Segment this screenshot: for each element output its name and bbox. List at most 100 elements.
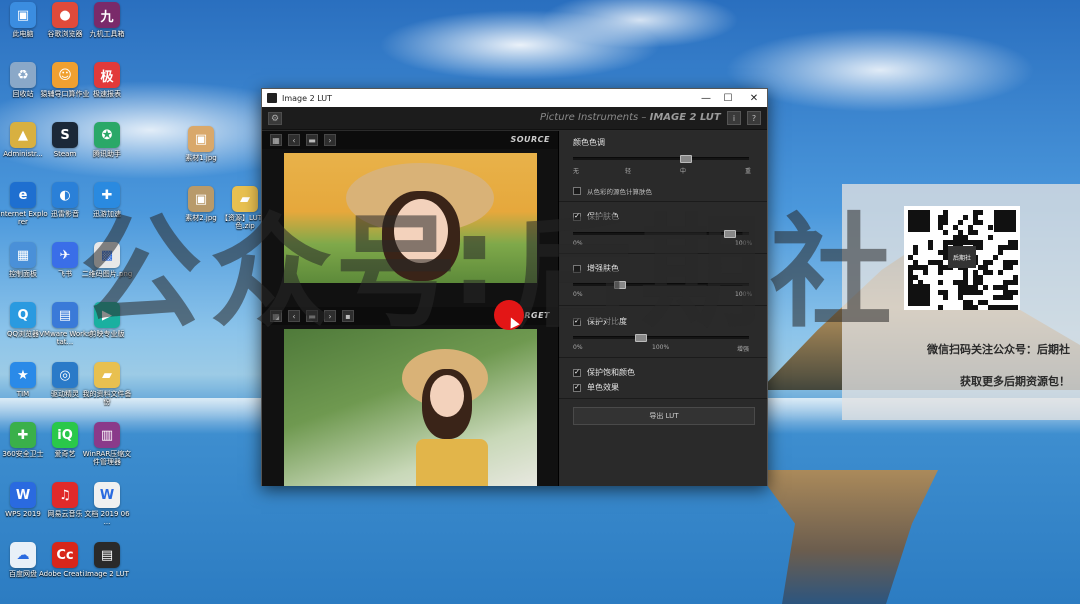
qr-module [1013,275,1018,280]
mono-checkbox[interactable]: ✓ [573,383,581,392]
brand-company: Picture Instruments [540,112,639,123]
desktop-icon[interactable]: e Internet Explorer [0,182,48,226]
qr-module [938,215,943,220]
image-file-icon: ▣ [188,126,214,152]
protect-skin-row[interactable]: ✓ 保护肤色 [573,211,619,222]
qr-module [998,295,1003,300]
qr-module [973,220,978,225]
qr-module [978,210,983,215]
app-icon: ◐ [52,182,78,208]
app-icon [267,93,277,103]
desktop-icon[interactable]: ▩ 二维码图片.png [82,242,132,278]
color-tone-slider[interactable] [573,155,749,163]
qr-module [963,305,968,310]
source-grid-icon[interactable]: ▦ [270,134,282,146]
qr-module [978,280,983,285]
app-icon: ♫ [52,482,78,508]
qr-module [998,250,1003,255]
qr-module [973,215,978,220]
source-folder-icon[interactable]: ▬ [306,134,318,146]
slider-thumb[interactable] [614,281,626,289]
gear-icon[interactable]: ⚙ [268,112,282,125]
qr-module [988,225,993,230]
enhance-skin-max: 100% [735,291,753,298]
desktop-file-2[interactable]: ▣ 素材2.jpg [178,186,224,222]
target-next-icon[interactable]: › [324,310,336,322]
app-icon: e [10,182,36,208]
qr-module [998,305,1003,310]
app-icon: ✚ [10,422,36,448]
help-button[interactable]: ? [747,111,761,125]
target-photo[interactable] [284,329,537,486]
qr-module [938,220,943,225]
photo-dress [416,439,488,486]
qr-module [943,295,948,300]
enhance-skin-min: 0% [573,291,583,298]
qr-module [973,240,978,245]
target-folder-icon[interactable]: ▬ [306,310,318,322]
app-icon: ▶ [94,302,120,328]
target-save-icon[interactable]: ▪ [342,310,354,322]
target-grid-icon[interactable]: ▦ [270,310,282,322]
desktop-icon[interactable]: ▥ WinRAR压缩文件管理器 [82,422,132,466]
maximize-button[interactable]: ☐ [716,89,740,107]
info-button[interactable]: i [727,111,741,125]
desktop-icon[interactable]: 九九机工具箱 [84,2,130,38]
desktop-icon[interactable]: ▤ Image 2 LUT [84,542,130,578]
qr-module [963,280,968,285]
protect-contrast-checkbox[interactable]: ✓ [573,317,581,326]
desktop-icon-label: WinRAR压缩文件管理器 [82,450,132,466]
source-next-icon[interactable]: › [324,134,336,146]
enhance-skin-slider[interactable] [573,281,749,289]
desktop-icon[interactable]: W 文档 2019 06 ... [84,482,130,526]
qr-module [928,260,933,265]
qr-module [1003,245,1008,250]
protect-skin-slider[interactable] [573,230,749,238]
qr-module [963,270,968,275]
export-lut-button[interactable]: 导出 LUT [573,407,755,425]
enhance-skin-checkbox[interactable] [573,264,581,273]
qr-module [938,280,943,285]
qr-module [973,305,978,310]
minimize-button[interactable]: — [694,89,718,107]
protect-saturation-checkbox[interactable]: ✓ [573,368,581,377]
skin-from-image-row[interactable]: 从色彩的源色计算肤色 [573,186,652,196]
qr-module [938,250,943,255]
slider-thumb[interactable] [635,334,648,342]
desktop-icon[interactable]: ✪ 腾讯助手 [84,122,130,158]
slider-thumb[interactable] [679,155,692,163]
desktop-icon[interactable]: ▶ 剪映专业版 [84,302,130,338]
protect-contrast-row[interactable]: ✓ 保护对比度 [573,316,627,327]
enhance-skin-row[interactable]: 增强肤色 [573,263,619,274]
close-button[interactable]: ✕ [742,89,766,107]
protect-saturation-row[interactable]: ✓ 保护饱和颜色 [573,367,635,378]
qr-module [968,240,973,245]
desktop-icon[interactable]: ▰ 我的资料文件备份 [83,362,132,406]
desktop-file-1[interactable]: ▣ 素材1.jpg [178,126,224,162]
qr-module [998,245,1003,250]
desktop-icon[interactable]: 极极速报表 [84,62,130,98]
slider-thumb[interactable] [723,230,736,238]
desktop-icon[interactable]: ✚ 迅游加速 [84,182,130,218]
protect-contrast-slider[interactable] [573,334,749,342]
desktop-icon[interactable]: ▤ VMware Workstat... [39,302,91,346]
skin-from-image-checkbox[interactable] [573,187,581,195]
source-photo[interactable] [284,153,537,283]
window-titlebar[interactable]: Image 2 LUT — ☐ ✕ [262,89,767,107]
qr-module [973,210,978,215]
qr-module [1003,280,1008,285]
target-prev-icon[interactable]: ‹ [288,310,300,322]
mono-row[interactable]: ✓ 单色效果 [573,382,619,393]
qr-module [998,270,1003,275]
qr-module [943,290,948,295]
source-prev-icon[interactable]: ‹ [288,134,300,146]
qr-module [943,215,948,220]
qr-module [993,295,998,300]
qr-module [948,240,953,245]
protect-skin-checkbox[interactable]: ✓ [573,212,581,221]
qr-module [993,285,998,290]
color-tone-title: 颜色色调 [573,138,605,147]
protect-skin-min: 0% [573,240,583,247]
qr-code-image: 后期社 [904,206,1020,310]
app-toolbar: ⚙ Picture Instruments – IMAGE 2 LUT i ? [262,107,767,130]
